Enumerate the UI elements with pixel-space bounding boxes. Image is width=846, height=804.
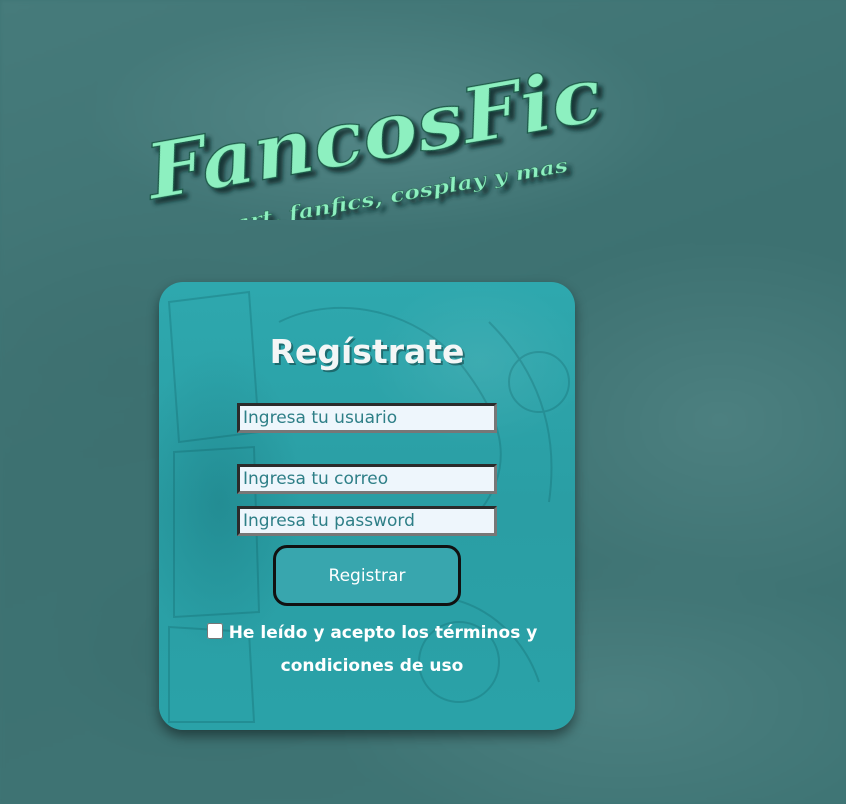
site-logo: FancosFic fanart, fanfics, cosplay y mas — [120, 10, 620, 243]
terms-checkbox[interactable] — [206, 623, 223, 639]
register-button[interactable]: Registrar — [273, 545, 461, 606]
email-input[interactable] — [237, 464, 497, 494]
logo-graphic: FancosFic fanart, fanfics, cosplay y mas — [137, 49, 609, 243]
form-title: Regístrate — [269, 332, 465, 371]
register-card: Regístrate Registrar He leído y acepto l… — [159, 282, 575, 730]
terms-row[interactable]: He leído y acepto los términos y condici… — [199, 617, 545, 683]
username-input[interactable] — [237, 403, 497, 433]
terms-label: He leído y acepto los términos y condici… — [228, 623, 538, 676]
password-input[interactable] — [237, 506, 497, 536]
